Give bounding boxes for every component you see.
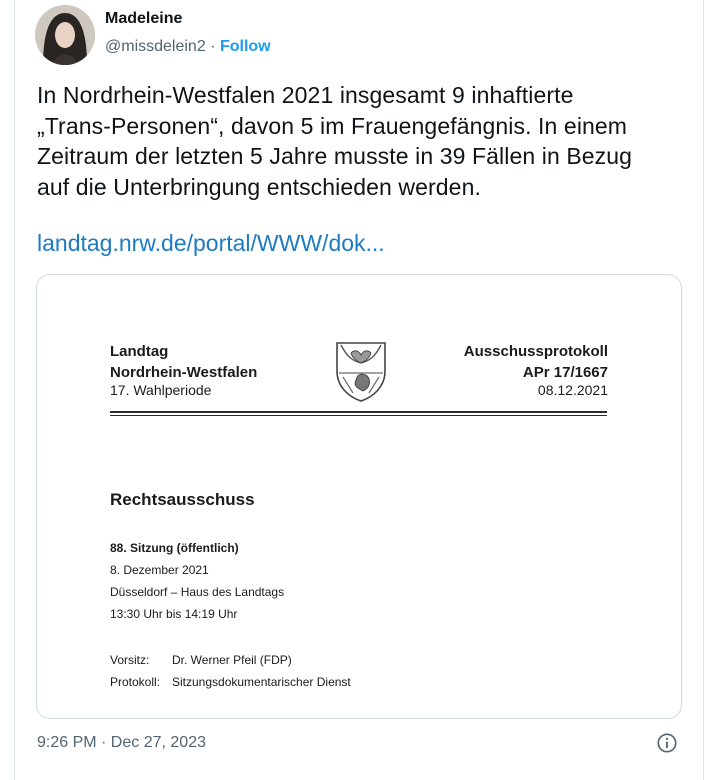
doc-period: 17. Wahlperiode xyxy=(110,382,212,398)
doc-time: 13:30 Uhr bis 14:19 Uhr xyxy=(110,607,238,621)
media-image[interactable]: Landtag Nordrhein-Westfalen 17. Wahlperi… xyxy=(36,274,682,719)
doc-divider-thin xyxy=(110,415,607,416)
doc-org-line2: Nordrhein-Westfalen xyxy=(110,364,258,381)
doc-session: 88. Sitzung (öffentlich) xyxy=(110,541,239,555)
tweet-text-line: „Trans-Personen“, davon 5 im Frauengefän… xyxy=(37,112,628,139)
doc-protocol-date: 08.12.2021 xyxy=(537,382,608,398)
avatar[interactable] xyxy=(35,5,95,65)
doc-protocol-title: Ausschussprotokoll xyxy=(463,343,608,360)
tweet-text-line: In Nordrhein-Westfalen 2021 insgesamt 9 … xyxy=(37,82,574,108)
doc-divider xyxy=(110,411,607,413)
author-name[interactable]: Madeleine xyxy=(105,10,182,28)
tweet-text-line: Zeitraum der letzten 5 Jahre musste in 3… xyxy=(37,143,633,169)
doc-minutes-label: Protokoll: xyxy=(110,675,161,689)
doc-chair-label: Vorsitz: xyxy=(110,653,150,667)
crest-icon xyxy=(336,342,386,402)
tweet-timestamp[interactable]: 9:26 PM · Dec 27, 2023 xyxy=(37,734,206,752)
tweet-text-line: auf die Unterbringung entschieden werden… xyxy=(37,173,481,200)
doc-chair-value: Dr. Werner Pfeil (FDP) xyxy=(172,653,292,667)
tweet-text: In Nordrhein-Westfalen 2021 insgesamt 9 … xyxy=(37,80,687,202)
doc-committee: Rechtsausschuss xyxy=(110,490,255,509)
doc-minutes-value: Sitzungsdokumentarischer Dienst xyxy=(172,675,351,689)
document-page: Landtag Nordrhein-Westfalen 17. Wahlperi… xyxy=(37,275,681,718)
info-icon[interactable] xyxy=(656,732,678,754)
doc-protocol-number: APr 17/1667 xyxy=(522,364,608,381)
author-handle[interactable]: @missdelein2 xyxy=(105,38,206,55)
doc-minutes: Protokoll: Sitzungsdokumentarischer Diens… xyxy=(110,675,351,689)
tweet-link[interactable]: landtag.nrw.de/portal/WWW/dok... xyxy=(37,230,385,257)
doc-session-date: 8. Dezember 2021 xyxy=(110,563,209,577)
author-handle-row: @missdelein2 · Follow xyxy=(105,38,271,56)
follow-button[interactable]: Follow xyxy=(220,38,271,55)
separator-dot: · xyxy=(210,38,216,55)
doc-chair: Vorsitz: Dr. Werner Pfeil (FDP) xyxy=(110,653,292,667)
doc-location: Düsseldorf – Haus des Landtags xyxy=(110,585,285,599)
doc-org-line1: Landtag xyxy=(110,343,169,360)
